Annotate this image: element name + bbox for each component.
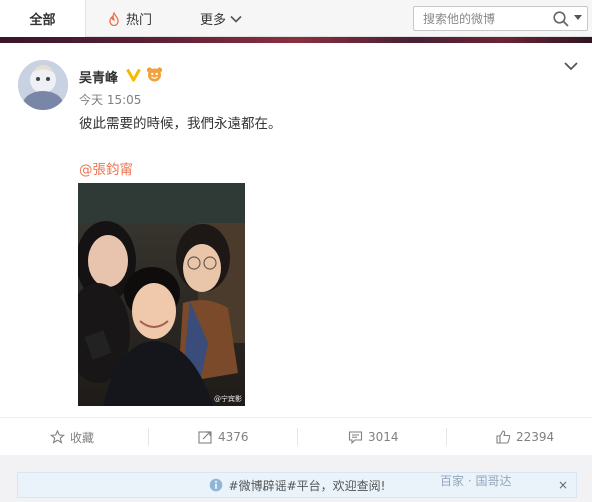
search-icon[interactable] [552,10,570,28]
tab-bar: 全部 热门 更多 [0,0,592,37]
verified-icon[interactable] [126,67,141,82]
tab-hot-label: 热门 [126,13,153,28]
action-divider [446,428,447,446]
like-icon [496,430,511,444]
fire-icon [109,11,119,26]
tab-all[interactable]: 全部 [0,0,86,37]
post-text: 彼此需要的時候，我們永遠都在。 [79,116,282,132]
search-input[interactable] [414,7,549,30]
tab-more-label: 更多 [200,13,227,28]
favorite-label: 收藏 [70,430,95,445]
search-dropdown-caret[interactable] [574,15,582,20]
chevron-down-icon [230,15,242,23]
repost-icon [198,431,212,444]
photo-watermark: @宁宾影 [214,395,242,403]
post-menu-chevron-icon[interactable] [563,60,579,72]
tab-all-label: 全部 [29,13,56,28]
comment-icon [348,431,363,444]
avatar[interactable] [18,60,68,110]
author-name[interactable]: 吴青峰 [79,67,118,86]
repost-count: 4376 [218,430,249,444]
tab-more[interactable]: 更多 [200,0,242,37]
watermark-overlay: 百家 · 国哥达 [440,474,512,488]
action-divider [148,428,149,446]
like-button[interactable]: 22394 [496,418,554,456]
close-icon[interactable]: × [558,478,568,492]
info-icon [209,478,222,492]
mention-link[interactable]: @張鈞甯 [79,158,133,178]
comment-count: 3014 [368,430,399,444]
post-photo[interactable]: @宁宾影 [78,183,245,406]
comment-button[interactable]: 3014 [348,418,399,456]
like-count: 22394 [516,430,555,444]
search-box [413,6,588,31]
star-icon [50,430,65,444]
post-time[interactable]: 今天 15:05 [79,91,141,108]
tab-hot[interactable]: 热门 [108,0,152,37]
post-card: 吴青峰 今天 15:05 彼此需要的時候，我們永遠都在。 @張鈞甯 @宁宾影 [0,43,592,417]
action-bar: 收藏 4376 3014 22394 [0,417,592,455]
notice-text: #微博辟谣#平台，欢迎查阅! [228,478,386,493]
action-divider [297,428,298,446]
member-icon[interactable] [146,66,163,82]
favorite-button[interactable]: 收藏 [50,418,94,456]
repost-button[interactable]: 4376 [198,418,249,456]
